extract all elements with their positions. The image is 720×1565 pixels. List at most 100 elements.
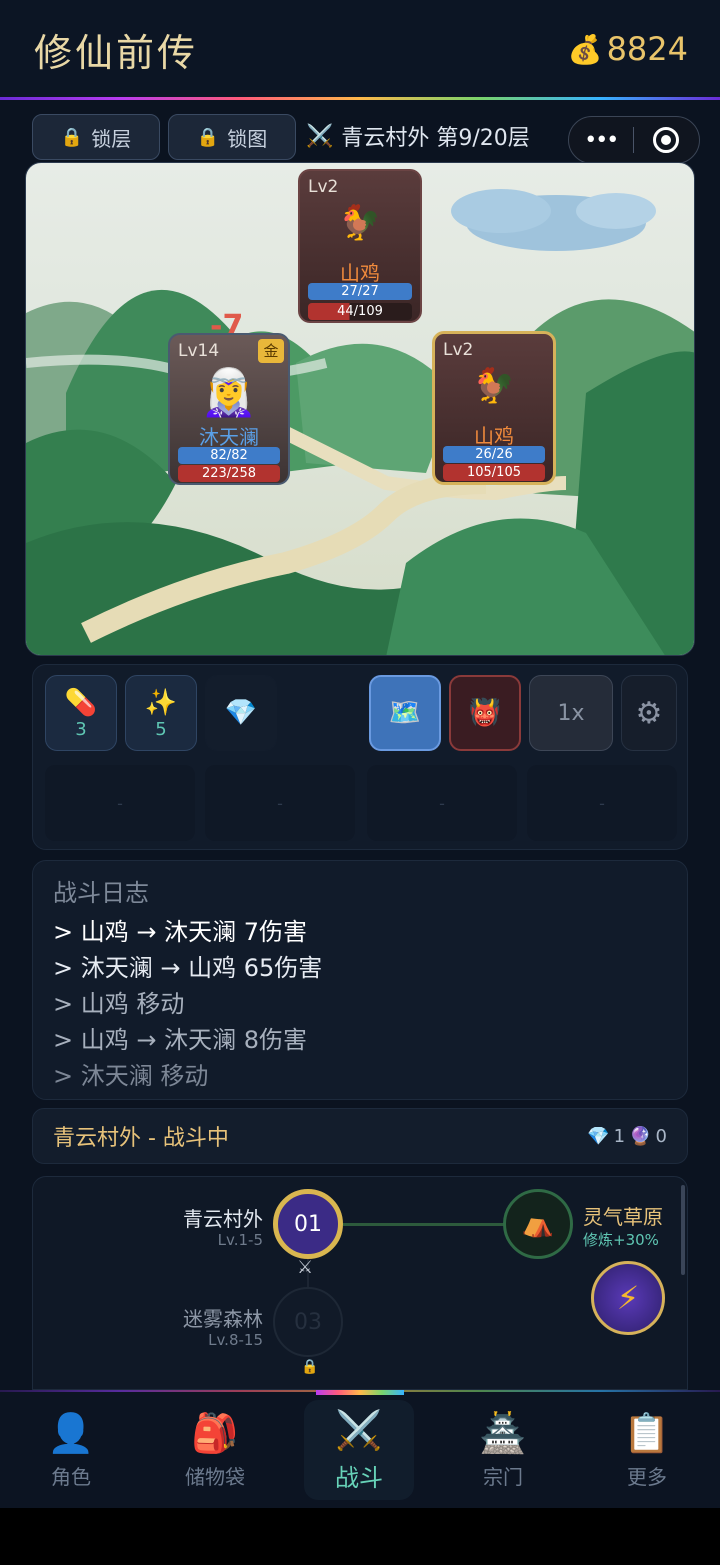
header: 修仙前传 💰 8824	[0, 0, 720, 100]
money-bag-icon: 💰	[567, 32, 603, 66]
path-connector	[343, 1223, 505, 1226]
gem-count: 1	[613, 1125, 626, 1147]
lock-icon: 🔒	[196, 126, 220, 148]
nav-tab-more[interactable]: 📋 更多	[592, 1400, 702, 1500]
sparkles-icon: ✨	[144, 687, 178, 718]
boss-button[interactable]: 👹	[449, 675, 521, 751]
enemy-card-top[interactable]: Lv2 🐓 山鸡 27/27 44/109	[298, 169, 422, 323]
branch-name: 灵气草原	[583, 1205, 663, 1229]
mp-bar: 27/27	[308, 283, 412, 300]
app-title: 修仙前传	[34, 31, 199, 75]
nav-tab-sect[interactable]: 🏯 宗门	[448, 1400, 558, 1500]
map-icon: 🗺️	[388, 698, 422, 728]
stage-text: 青云村外 第9/20层	[341, 126, 530, 151]
gem-item-button[interactable]: 💎	[205, 675, 277, 751]
speed-button[interactable]: 1x	[529, 675, 613, 751]
nav-tab-inventory[interactable]: 🎒 储物袋	[160, 1400, 270, 1500]
rank-badge: 金	[258, 339, 284, 363]
spark-item-button[interactable]: ✨ 5	[125, 675, 197, 751]
node-name: 青云村外	[183, 1207, 263, 1231]
hero-portrait: 🧝‍♀️	[200, 365, 258, 419]
backpack-icon: 🎒	[191, 1410, 239, 1455]
crossed-swords-icon: ⚔️	[335, 1407, 383, 1452]
orb-count: 0	[655, 1125, 667, 1147]
skill-slot[interactable]: -	[205, 765, 355, 841]
demon-mask-icon: 👹	[468, 698, 502, 728]
header-divider	[0, 97, 720, 100]
nav-label: 更多	[627, 1464, 667, 1489]
lock-floor-button[interactable]: 🔒 锁层	[32, 114, 160, 160]
hp-bar: 223/258	[178, 465, 280, 482]
pill-item-button[interactable]: 💊 3	[45, 675, 117, 751]
lock-map-button[interactable]: 🔒 锁图	[168, 114, 296, 160]
hp-bar: 105/105	[443, 464, 545, 481]
node-level-range: Lv.1-5	[217, 1231, 263, 1249]
settings-button[interactable]: ⚙	[621, 675, 677, 751]
lock-icon: 🔒	[60, 126, 84, 148]
battle-field: -7 Lv2 🐓 山鸡 27/27 44/109 Lv14 金 🧝‍♀️ 沐天澜…	[25, 162, 695, 656]
chicken-icon: 🐓	[338, 203, 382, 243]
log-line: > 山鸡 → 沐天澜 7伤害	[53, 918, 308, 946]
close-button[interactable]	[634, 127, 700, 153]
person-icon: 👤	[47, 1410, 95, 1455]
unit-level: Lv2	[443, 340, 474, 360]
temple-icon: 🏯	[479, 1410, 527, 1455]
lock-floor-label: 锁层	[91, 126, 132, 151]
resource-counter: 💎 1 🔮 0	[587, 1126, 667, 1147]
crossed-swords-icon: ⚔️	[306, 123, 334, 149]
spark-count: 5	[155, 718, 167, 740]
map-button[interactable]: 🗺️	[369, 675, 441, 751]
target-icon	[653, 127, 680, 153]
lock-icon: 🔒	[301, 1359, 319, 1375]
stage-label: ⚔️ 青云村外 第9/20层	[306, 120, 530, 152]
scrollbar[interactable]	[681, 1185, 685, 1275]
mp-bar: 26/26	[443, 446, 545, 463]
hp-bar: 44/109	[308, 303, 412, 320]
nav-label: 战斗	[335, 1463, 383, 1492]
node-level-range: Lv.8-15	[208, 1331, 263, 1349]
orb-icon: 🔮	[629, 1125, 652, 1147]
mini-program-capsule: •••	[568, 116, 700, 164]
clipboard-icon: 📋	[623, 1410, 671, 1455]
bottom-nav: 👤 角色 🎒 储物袋 ⚔️ 战斗 🏯 宗门 📋 更多	[0, 1390, 720, 1508]
skill-slot[interactable]: -	[45, 765, 195, 841]
more-menu-button[interactable]: •••	[569, 128, 633, 153]
gold-counter: 💰 8824	[568, 30, 688, 68]
branch-bonus: 修炼+30%	[583, 1231, 659, 1249]
tent-icon: ⛺	[521, 1209, 555, 1239]
auto-battle-button[interactable]: ⚡	[591, 1261, 665, 1335]
status-bar: 青云村外 - 战斗中 💎 1 🔮 0	[32, 1108, 688, 1164]
crossed-swords-icon: ⚔	[297, 1257, 314, 1278]
unit-level: Lv14	[178, 341, 220, 361]
unit-name: 沐天澜	[199, 425, 259, 449]
lightning-icon: ⚡	[616, 1279, 640, 1317]
gear-icon: ⚙	[635, 695, 663, 731]
nav-label: 角色	[51, 1464, 91, 1489]
map-path-panel: 青云村外 Lv.1-5 01 ⚔ 迷雾森林 Lv.8-15 03 🔒 ⛺ 灵气草…	[32, 1176, 688, 1390]
pill-icon: 💊	[64, 687, 98, 718]
enemy-card-right[interactable]: Lv2 🐓 山鸡 26/26 105/105	[432, 331, 556, 485]
pill-count: 3	[75, 718, 87, 740]
hero-card[interactable]: Lv14 金 🧝‍♀️ 沐天澜 82/82 223/258	[168, 333, 290, 485]
skill-slot[interactable]: -	[367, 765, 517, 841]
map-node-branch[interactable]: ⛺	[503, 1189, 573, 1259]
log-line: > 山鸡 → 沐天澜 8伤害	[53, 1026, 308, 1054]
unit-level: Lv2	[308, 177, 339, 197]
mp-bar: 82/82	[178, 447, 280, 464]
system-bar	[0, 1508, 720, 1565]
nav-label: 宗门	[483, 1464, 523, 1489]
unit-name: 山鸡	[474, 424, 514, 448]
chicken-icon: 🐓	[472, 366, 516, 406]
log-line: > 山鸡 移动	[53, 990, 185, 1018]
skill-slot[interactable]: -	[527, 765, 677, 841]
log-line: > 沐天澜 → 山鸡 65伤害	[53, 954, 323, 982]
active-tab-indicator	[316, 1390, 404, 1395]
nav-tab-character[interactable]: 👤 角色	[16, 1400, 126, 1500]
map-node-current[interactable]: 01	[273, 1189, 343, 1259]
map-node-locked[interactable]: 03	[273, 1287, 343, 1357]
gold-amount: 8824	[606, 30, 688, 68]
gem-icon: 💎	[224, 698, 258, 728]
lock-map-label: 锁图	[227, 126, 268, 151]
log-title: 战斗日志	[53, 879, 149, 907]
nav-tab-battle[interactable]: ⚔️ 战斗	[304, 1400, 414, 1500]
